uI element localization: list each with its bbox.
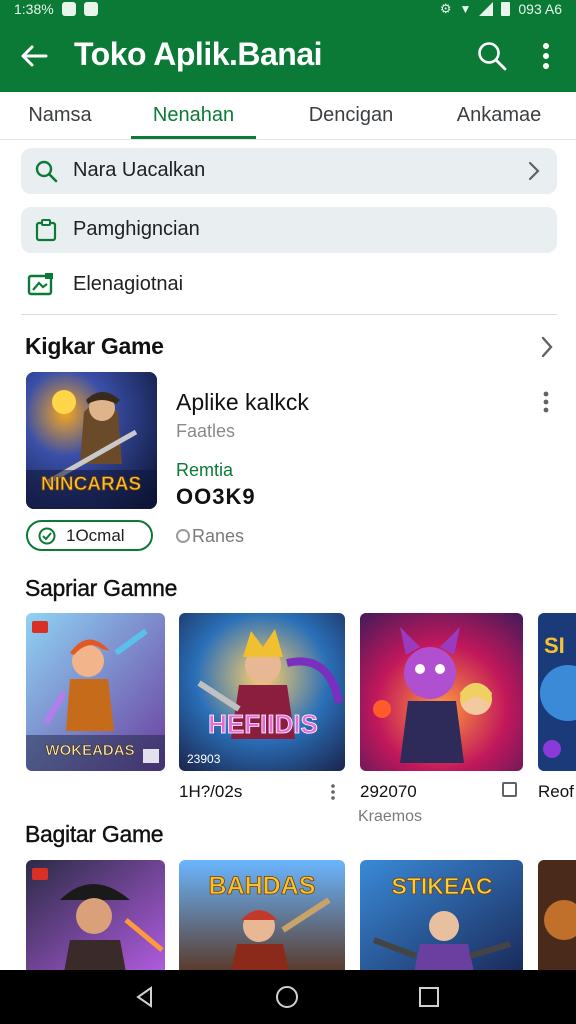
menu-row-clipboard[interactable]: Pamghigncian bbox=[21, 207, 557, 253]
menu-row-image[interactable]: Elenagiotnai bbox=[21, 262, 557, 308]
game-card-subtitle: Kraemos bbox=[358, 808, 423, 825]
image-icon bbox=[27, 273, 53, 296]
game-art-text: BAHDAS bbox=[209, 872, 316, 900]
game-card-thumbnail[interactable] bbox=[538, 860, 576, 972]
rating-icon bbox=[176, 529, 190, 543]
game-art-text: SI bbox=[544, 633, 565, 658]
checkbox-icon[interactable] bbox=[502, 782, 517, 797]
game-art: STIKEAC bbox=[360, 860, 523, 972]
search-icon[interactable] bbox=[476, 40, 508, 72]
featured-app-count: OO3K9 bbox=[176, 484, 256, 509]
featured-app-name[interactable]: Aplike kalkck bbox=[176, 389, 309, 416]
game-art bbox=[360, 613, 523, 771]
battery-icon bbox=[501, 2, 511, 16]
clipboard-icon bbox=[35, 219, 57, 242]
featured-app-tag: Remtia bbox=[176, 460, 234, 480]
game-art-text: STIKEAC bbox=[392, 873, 493, 899]
more-vert-icon[interactable] bbox=[532, 40, 560, 72]
app-title: Toko Aplik.Banai bbox=[74, 36, 323, 72]
back-nav-icon[interactable] bbox=[133, 985, 157, 1009]
game-card-thumbnail[interactable]: STIKEAC bbox=[360, 860, 523, 972]
app-bar: Toko Aplik.Banai bbox=[0, 20, 576, 92]
game-card-thumbnail[interactable]: HEFIIDIS 23903 bbox=[179, 613, 345, 771]
game-art-badge: 23903 bbox=[187, 752, 221, 766]
system-nav-bar bbox=[0, 970, 576, 1024]
status-time: 1:38% bbox=[14, 1, 54, 17]
install-pill-label: 1Ocmal bbox=[66, 526, 125, 545]
game-art: WOKEADAS bbox=[26, 613, 165, 771]
featured-app-subtitle: Faatles bbox=[176, 421, 236, 441]
active-tab-indicator bbox=[131, 136, 256, 139]
status-bar: 1:38% ⚙ ▼ 093 A6 bbox=[0, 0, 576, 20]
featured-art-text: NINCARAS bbox=[41, 474, 141, 495]
chevron-right-icon[interactable] bbox=[540, 336, 554, 358]
more-vert-icon[interactable] bbox=[536, 390, 556, 414]
menu-row-label: Pamghigncian bbox=[73, 218, 200, 240]
game-art: SI bbox=[538, 613, 576, 771]
game-art: HEFIIDIS 23903 bbox=[179, 613, 345, 771]
menu-row-search[interactable]: Nara Uacalkan bbox=[21, 148, 557, 194]
section-title-second: Sapriar Gamne bbox=[25, 575, 178, 601]
tab-bar: Namsa Nenahan Dencigan Ankamae bbox=[0, 92, 576, 140]
notification-icon bbox=[83, 2, 98, 16]
menu-row-label: Elenagiotnai bbox=[73, 273, 184, 295]
game-art bbox=[538, 860, 576, 972]
install-pill-button[interactable]: 1Ocmal bbox=[26, 520, 153, 551]
divider bbox=[21, 314, 557, 315]
featured-art: NINCARAS bbox=[26, 372, 157, 509]
tab-namsa[interactable]: Namsa bbox=[0, 92, 120, 139]
game-card-thumbnail[interactable]: WOKEADAS bbox=[26, 613, 165, 771]
signal-icon bbox=[479, 2, 494, 16]
game-card-title[interactable]: Reof bbox=[538, 782, 574, 802]
section-title-third: Bagitar Game bbox=[25, 821, 164, 847]
recents-nav-icon[interactable] bbox=[417, 985, 441, 1009]
shield-icon bbox=[61, 2, 76, 16]
game-card-title[interactable]: 1H?/02s bbox=[179, 782, 242, 802]
game-card-title[interactable]: 292070 bbox=[360, 782, 417, 802]
game-card-thumbnail[interactable]: BAHDAS bbox=[179, 860, 345, 972]
back-arrow-icon[interactable] bbox=[18, 42, 50, 70]
home-nav-icon[interactable] bbox=[275, 985, 299, 1009]
game-card-thumbnail[interactable]: SI bbox=[538, 613, 576, 771]
game-card-thumbnail[interactable] bbox=[360, 613, 523, 771]
menu-row-label: Nara Uacalkan bbox=[73, 159, 206, 181]
tab-dencigan[interactable]: Dencigan bbox=[283, 92, 419, 139]
game-card-thumbnail[interactable] bbox=[26, 860, 165, 972]
more-vert-icon[interactable] bbox=[328, 782, 338, 802]
tab-ankamae[interactable]: Ankamae bbox=[440, 92, 558, 139]
status-right-text: 093 A6 bbox=[518, 1, 562, 17]
game-art-text: WOKEADAS bbox=[45, 742, 134, 759]
rating: Ranes bbox=[176, 526, 244, 547]
settings-icon: ⚙ bbox=[439, 1, 452, 16]
game-art bbox=[26, 860, 165, 972]
section-title-featured: Kigkar Game bbox=[25, 333, 164, 359]
chevron-right-icon bbox=[528, 161, 540, 181]
game-art: BAHDAS bbox=[179, 860, 345, 972]
featured-app-thumbnail[interactable]: NINCARAS bbox=[26, 372, 157, 509]
game-art-text: HEFIIDIS bbox=[208, 709, 318, 739]
wifi-icon: ▼ bbox=[459, 2, 472, 16]
install-icon bbox=[38, 527, 56, 545]
search-icon bbox=[35, 160, 58, 183]
tab-nenahan[interactable]: Nenahan bbox=[131, 92, 256, 139]
rating-label: Ranes bbox=[192, 526, 245, 546]
